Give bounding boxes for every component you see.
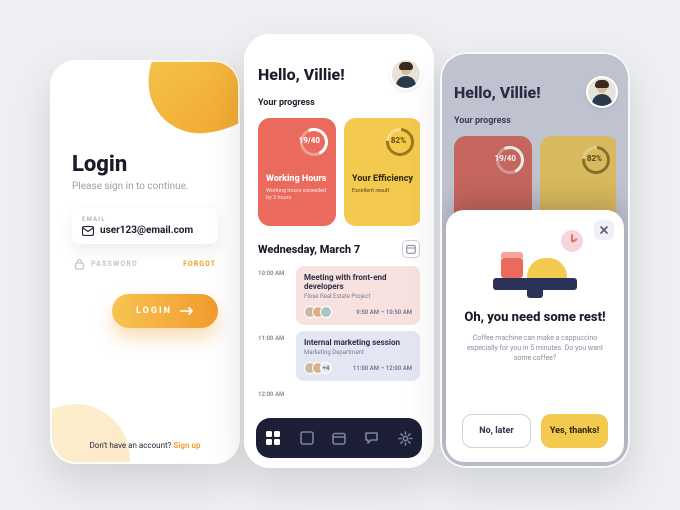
croissant-icon <box>527 258 567 280</box>
card-title: Your Efficiency <box>352 174 414 184</box>
card-desc: Excellent result <box>352 188 414 195</box>
event-range: 9:50 AM – 10:50 AM <box>356 309 412 316</box>
no-later-button[interactable]: No, later <box>462 414 531 448</box>
email-input[interactable] <box>100 225 208 236</box>
forgot-link[interactable]: FORGOT <box>183 260 216 268</box>
event-title: Internal marketing session <box>304 338 412 347</box>
calendar-icon[interactable] <box>402 240 420 258</box>
card-count: 19/40 <box>299 136 320 145</box>
login-button[interactable]: LOGIN <box>112 294 218 328</box>
greeting: Hello, Villie! <box>258 65 345 84</box>
event-range: 11:00 AM – 12:00 AM <box>353 365 412 372</box>
modal-screen: Hello, Villie! Your progress 19/40 82% T… <box>440 52 630 468</box>
modal-title: Oh, you need some rest! <box>462 310 608 326</box>
clock-icon <box>561 230 583 252</box>
dashboard-screen: Hello, Villie! Your progress 19/40 Worki… <box>244 34 434 468</box>
slot-time: 12:00 AM <box>258 387 288 398</box>
coffee-illustration <box>487 230 583 298</box>
progress-cards: 19/40 Working Hours Working hours exceed… <box>258 118 420 226</box>
event-card[interactable]: Meeting with front-end developers Flose … <box>296 266 420 325</box>
button-label: No, later <box>479 426 514 436</box>
signup-link[interactable]: Sign up <box>173 441 200 450</box>
email-label: EMAIL <box>82 216 208 223</box>
event-subtitle: Marketing Department <box>304 349 412 356</box>
attendee-avatars: +4 <box>304 362 332 374</box>
card-title: Working Hours <box>266 174 328 184</box>
mail-icon <box>82 226 94 236</box>
greeting: Hello, Villie! <box>454 83 541 102</box>
yes-thanks-button[interactable]: Yes, thanks! <box>541 414 608 448</box>
event-title: Meeting with front-end developers <box>304 273 412 291</box>
section-progress: Your progress <box>258 98 420 108</box>
button-label: Yes, thanks! <box>550 426 599 436</box>
password-label: PASSWORD <box>91 260 138 268</box>
slot-time: 11:00 AM <box>258 331 288 381</box>
event-subtitle: Flose Real Estate Project <box>304 293 412 300</box>
signup-prefix: Don't have an account? <box>90 441 174 450</box>
avatar[interactable] <box>588 78 616 106</box>
nav-tasks-icon[interactable] <box>300 431 314 445</box>
lock-icon <box>74 258 85 270</box>
login-title: Login <box>72 152 218 177</box>
modal-desc: Coffee machine can make a cappuccino esp… <box>462 334 608 363</box>
attendee-avatars <box>304 306 332 318</box>
login-subtitle: Please sign in to continue. <box>72 181 218 192</box>
schedule: 10:00 AM Meeting with front-end develope… <box>258 266 420 398</box>
date-heading: Wednesday, March 7 <box>258 243 360 256</box>
rest-modal: Oh, you need some rest! Coffee machine c… <box>446 210 624 462</box>
nav-chat-icon[interactable] <box>364 431 379 445</box>
bottom-nav <box>256 418 422 458</box>
card-count: 82% <box>391 136 406 145</box>
nav-calendar-icon[interactable] <box>332 431 346 445</box>
signup-line: Don't have an account? Sign up <box>50 441 240 450</box>
event-card[interactable]: Internal marketing session Marketing Dep… <box>296 331 420 381</box>
card-desc: Working hours exceeded by 3 hours <box>266 188 328 201</box>
attendee-more: +4 <box>320 362 332 374</box>
card-working-hours[interactable]: 19/40 Working Hours Working hours exceed… <box>258 118 336 226</box>
nav-home-icon[interactable] <box>265 430 281 446</box>
slot-time: 10:00 AM <box>258 266 288 325</box>
nav-settings-icon[interactable] <box>398 431 413 446</box>
tray-icon <box>493 278 577 290</box>
cup-icon <box>501 258 523 278</box>
email-field[interactable]: EMAIL <box>72 208 218 244</box>
close-icon[interactable] <box>594 220 614 240</box>
login-screen: Login Please sign in to continue. EMAIL … <box>50 60 240 464</box>
card-count: 19/40 <box>495 154 516 163</box>
login-button-label: LOGIN <box>136 306 172 316</box>
section-progress: Your progress <box>454 116 616 126</box>
arrow-right-icon <box>180 307 194 315</box>
card-count: 82% <box>587 154 602 163</box>
card-efficiency[interactable]: 82% Your Efficiency Excellent result <box>344 118 420 226</box>
avatar[interactable] <box>392 60 420 88</box>
